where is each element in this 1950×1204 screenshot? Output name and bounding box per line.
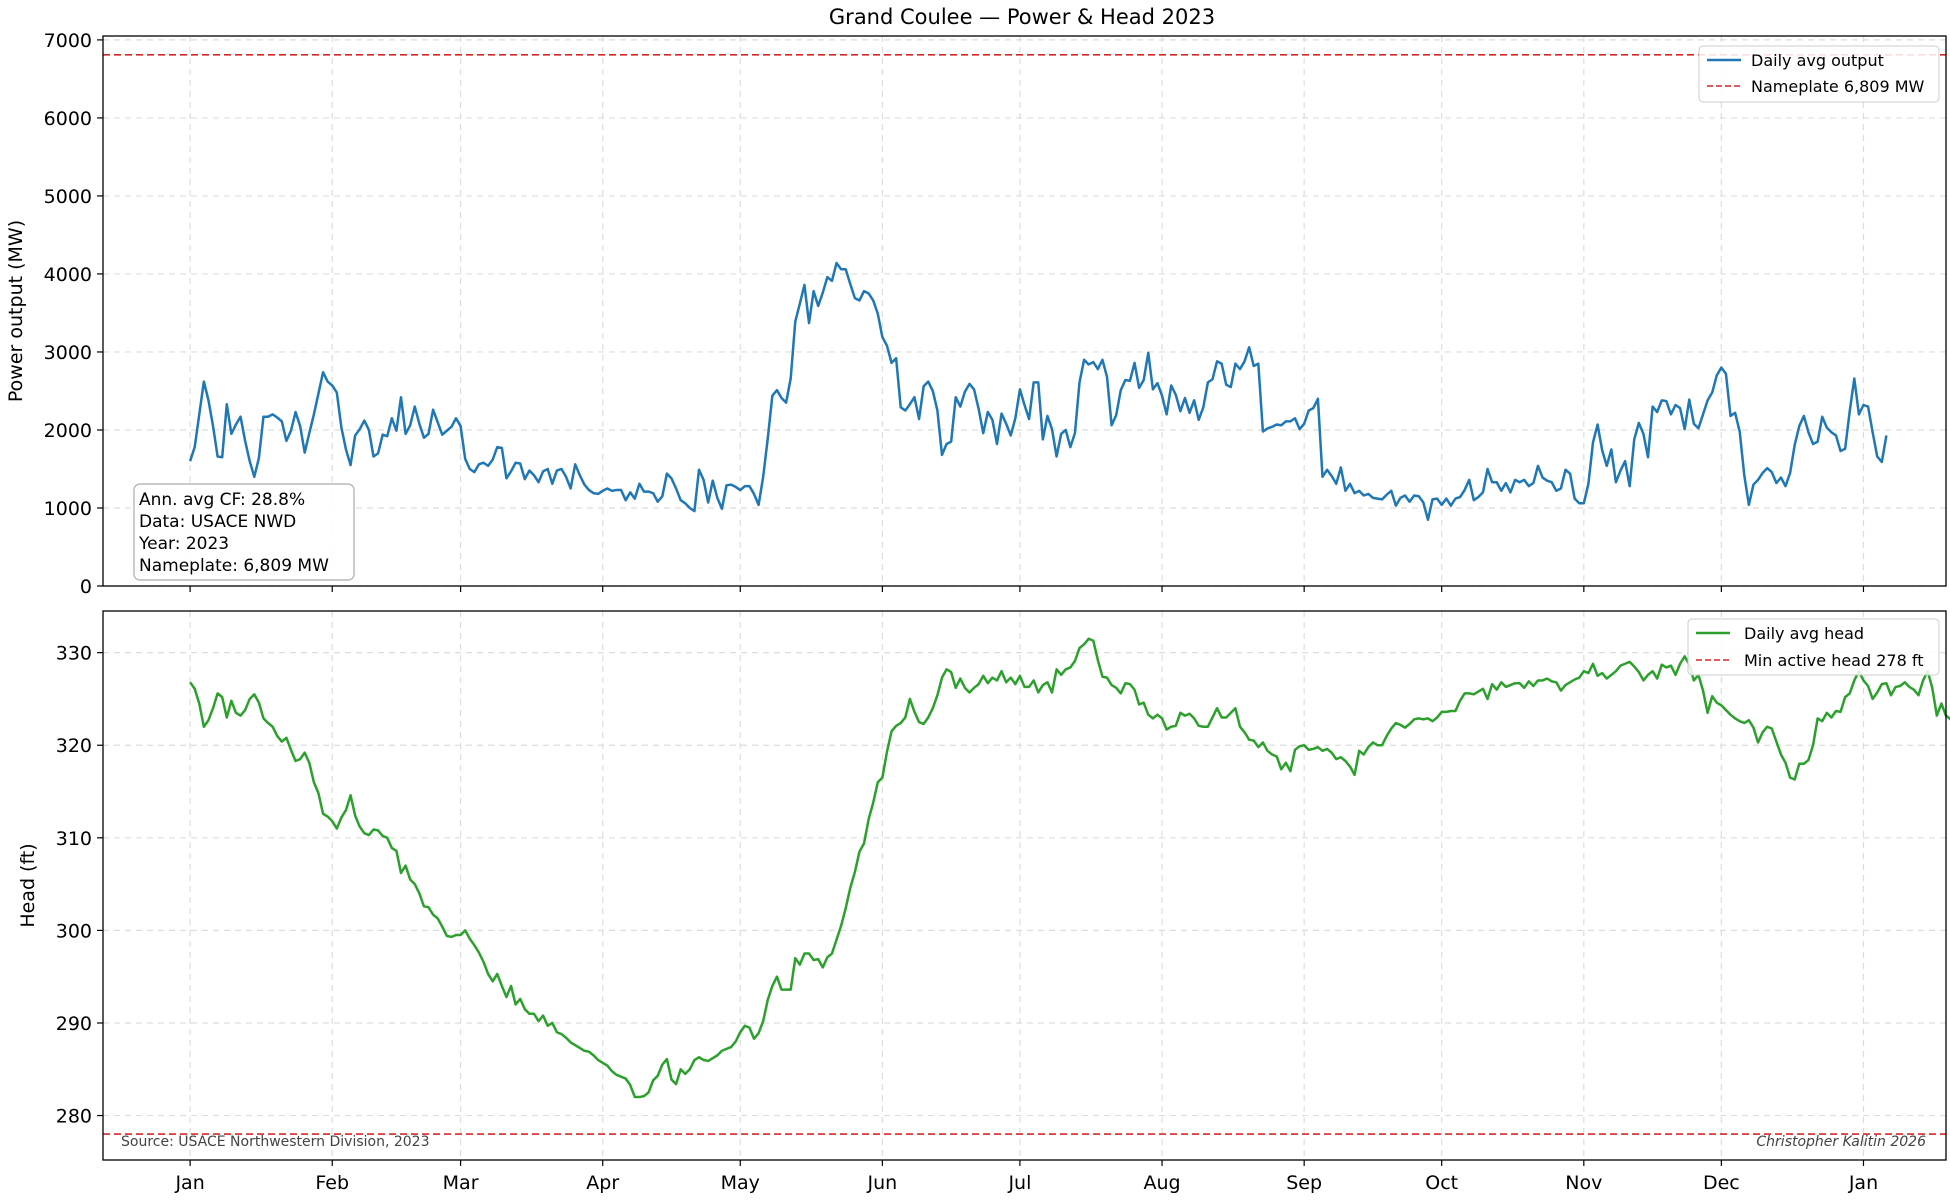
power-legend-series-label: Daily avg output bbox=[1751, 51, 1884, 70]
power-y-axis-label: Power output (MW) bbox=[5, 220, 27, 402]
power-legend: Daily avg output Nameplate 6,809 MW bbox=[1698, 45, 1940, 103]
figure-background bbox=[0, 0, 1950, 1200]
y-tick-label: 4000 bbox=[44, 264, 92, 286]
chart-title: Grand Coulee — Power & Head 2023 bbox=[829, 5, 1215, 29]
x-tick-label: Dec bbox=[1703, 1172, 1740, 1194]
head-legend-series-label: Daily avg head bbox=[1744, 624, 1864, 643]
x-tick-label: Sep bbox=[1286, 1172, 1322, 1194]
y-tick-label: 3000 bbox=[44, 342, 92, 364]
y-tick-label: 330 bbox=[56, 643, 92, 665]
x-tick-label: Jan bbox=[1848, 1172, 1878, 1194]
y-tick-label: 290 bbox=[56, 1013, 92, 1035]
x-tick-label: May bbox=[721, 1172, 760, 1194]
x-tick-label: Oct bbox=[1425, 1172, 1458, 1194]
x-tick-label: Feb bbox=[315, 1172, 349, 1194]
info-box-line: Data: USACE NWD bbox=[139, 512, 296, 532]
x-tick-label: Jul bbox=[1007, 1172, 1031, 1194]
chart-svg: Grand Coulee — Power & Head 2023 0 1000 20… bbox=[0, 0, 1950, 1200]
y-tick-label: 7000 bbox=[44, 30, 92, 52]
x-tick-label: Apr bbox=[586, 1172, 619, 1194]
power-legend-ref-label: Nameplate 6,809 MW bbox=[1751, 77, 1925, 96]
y-tick-label: 320 bbox=[56, 735, 92, 757]
x-tick-label: Jun bbox=[867, 1172, 898, 1194]
y-tick-label: 280 bbox=[56, 1106, 92, 1128]
y-tick-label: 1000 bbox=[44, 498, 92, 520]
author-note: Christopher Kalitin 2026 bbox=[1756, 1134, 1926, 1150]
x-tick-label: Jan bbox=[174, 1172, 204, 1194]
chart-figure: Grand Coulee — Power & Head 2023 0 1000 20… bbox=[0, 0, 1950, 1200]
x-tick-label: Nov bbox=[1565, 1172, 1602, 1194]
info-box-line: Nameplate: 6,809 MW bbox=[139, 556, 329, 576]
source-note: Source: USACE Northwestern Division, 202… bbox=[121, 1134, 430, 1150]
y-tick-label: 0 bbox=[80, 576, 92, 598]
info-box: Ann. avg CF: 28.8% Data: USACE NWD Year:… bbox=[133, 483, 355, 581]
y-tick-label: 6000 bbox=[44, 108, 92, 130]
y-tick-label: 5000 bbox=[44, 186, 92, 208]
y-tick-label: 310 bbox=[56, 828, 92, 850]
y-tick-label: 300 bbox=[56, 920, 92, 942]
y-tick-label: 2000 bbox=[44, 420, 92, 442]
info-box-line: Ann. avg CF: 28.8% bbox=[139, 490, 305, 510]
x-tick-label: Mar bbox=[443, 1172, 479, 1194]
head-legend: Daily avg head Min active head 278 ft bbox=[1687, 618, 1940, 676]
head-legend-ref-label: Min active head 278 ft bbox=[1744, 651, 1923, 670]
x-tick-label: Aug bbox=[1143, 1172, 1180, 1194]
info-box-line: Year: 2023 bbox=[138, 534, 229, 554]
head-y-axis-label: Head (ft) bbox=[17, 843, 39, 927]
